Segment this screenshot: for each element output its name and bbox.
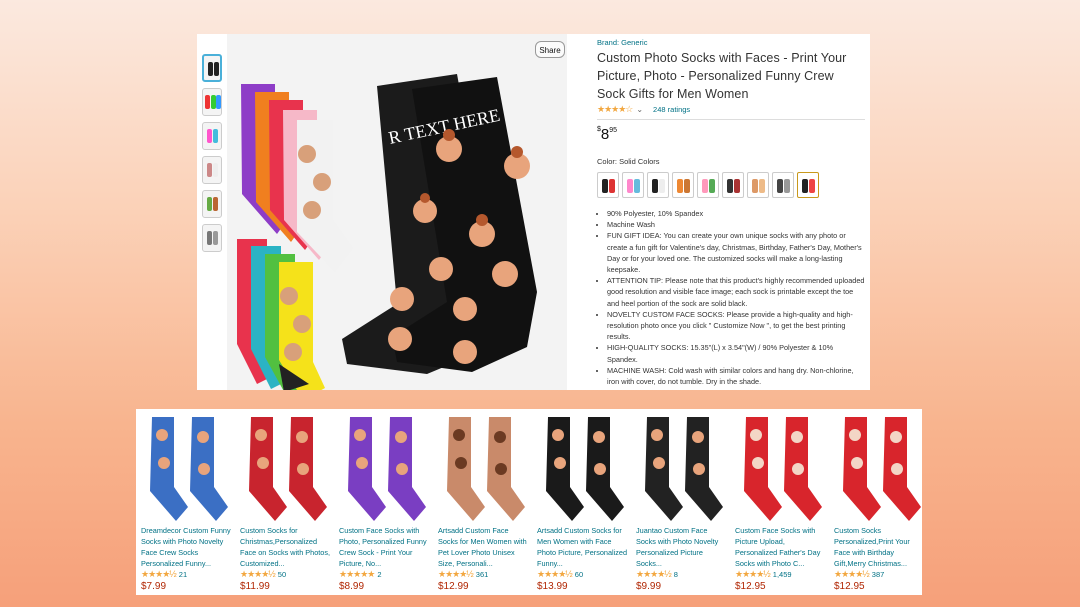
swatch-tan[interactable] bbox=[747, 172, 769, 198]
related-product-image[interactable] bbox=[241, 413, 329, 525]
bullet-item: NOVELTY CUSTOM FACE SOCKS: Please provid… bbox=[607, 309, 865, 343]
brand-link[interactable]: Brand: Generic bbox=[597, 38, 865, 47]
swatch-dark-red[interactable] bbox=[722, 172, 744, 198]
price-fraction: 95 bbox=[609, 127, 618, 134]
bullet-item: HIGH-QUALITY SOCKS: 15.35"(L) x 3.54"(W)… bbox=[607, 342, 865, 364]
bullet-item: FUN GIFT IDEA: You can create your own u… bbox=[607, 230, 865, 275]
rating-count: 8 bbox=[673, 570, 678, 579]
related-product-rating[interactable]: ★★★★★ 2 bbox=[339, 569, 382, 580]
related-products-carousel: Dreamdecor Custom Funny Socks with Photo… bbox=[136, 409, 922, 595]
rating-count: 387 bbox=[871, 570, 885, 579]
swatch-pastel[interactable] bbox=[622, 172, 644, 198]
thumbnail-2[interactable] bbox=[202, 88, 222, 116]
thumbnail-strip bbox=[202, 54, 224, 258]
related-product-title[interactable]: Juantao Custom Face Socks with Photo Nov… bbox=[636, 525, 728, 569]
related-product-title[interactable]: Dreamdecor Custom Funny Socks with Photo… bbox=[141, 525, 233, 569]
bullet-item: Machine Wash bbox=[607, 219, 865, 230]
product-title: Custom Photo Socks with Faces - Print Yo… bbox=[597, 51, 847, 101]
color-label: Color: Solid Colors bbox=[597, 157, 660, 166]
star-rating: ★★★★½ bbox=[537, 569, 573, 579]
star-rating: ★★★★½ bbox=[141, 569, 177, 579]
related-product-image[interactable] bbox=[340, 413, 428, 525]
related-product-rating[interactable]: ★★★★½ 361 bbox=[438, 569, 488, 580]
related-product-image[interactable] bbox=[835, 413, 923, 525]
related-product-price: $12.95 bbox=[735, 581, 766, 592]
socks-illustration: R TEXT HERE bbox=[237, 74, 537, 400]
bullet-item: MACHINE WASH: Cold wash with similar col… bbox=[607, 365, 865, 387]
bullet-item: ATTENTION TIP: Please note that this pro… bbox=[607, 275, 865, 309]
feature-bullets: 90% Polyester, 10% Spandex Machine Wash … bbox=[597, 208, 865, 387]
related-product-price: $12.95 bbox=[834, 581, 865, 592]
related-product-rating[interactable]: ★★★★½ 60 bbox=[537, 569, 583, 580]
star-rating: ★★★★½ bbox=[834, 569, 870, 579]
color-swatches bbox=[597, 172, 865, 198]
thumbnail-6[interactable] bbox=[202, 224, 222, 252]
star-rating[interactable]: ★★★★☆ bbox=[597, 104, 633, 115]
thumbnail-4[interactable] bbox=[202, 156, 222, 184]
related-product-price: $11.99 bbox=[240, 581, 270, 592]
related-product-card[interactable]: Artsadd Custom Socks for Men Women with … bbox=[532, 409, 628, 595]
product-info: Brand: Generic Custom Photo Socks with F… bbox=[597, 38, 865, 387]
star-rating: ★★★★★ bbox=[339, 569, 375, 579]
related-product-title[interactable]: Custom Socks Personalized,Print Your Fac… bbox=[834, 525, 926, 569]
related-product-rating[interactable]: ★★★★½ 8 bbox=[636, 569, 678, 580]
price: $895 bbox=[597, 126, 865, 143]
related-product-image[interactable] bbox=[439, 413, 527, 525]
star-rating: ★★★★½ bbox=[240, 569, 276, 579]
star-rating: ★★★★½ bbox=[636, 569, 672, 579]
related-product-card[interactable]: Juantao Custom Face Socks with Photo Nov… bbox=[631, 409, 727, 595]
swatch-grey[interactable] bbox=[772, 172, 794, 198]
related-product-price: $7.99 bbox=[141, 581, 167, 592]
share-button[interactable]: Share bbox=[535, 41, 565, 58]
related-product-price: $12.99 bbox=[438, 581, 469, 592]
related-product-title[interactable]: Custom Socks for Christmas,Personalized … bbox=[240, 525, 332, 569]
related-product-rating[interactable]: ★★★★½ 21 bbox=[141, 569, 187, 580]
swatch-green-pink[interactable] bbox=[697, 172, 719, 198]
related-product-title[interactable]: Custom Face Socks with Picture Upload, P… bbox=[735, 525, 827, 569]
main-product-image[interactable]: R TEXT HERE bbox=[227, 34, 567, 400]
price-whole: 8 bbox=[600, 126, 610, 143]
related-product-image[interactable] bbox=[142, 413, 230, 525]
ratings-count-link[interactable]: 248 ratings bbox=[653, 105, 690, 114]
related-product-title[interactable]: Artsadd Custom Face Socks for Men Women … bbox=[438, 525, 530, 569]
swatch-black-white[interactable] bbox=[647, 172, 669, 198]
related-product-price: $8.99 bbox=[339, 581, 365, 592]
related-product-price: $13.99 bbox=[537, 581, 568, 592]
swatch-orange[interactable] bbox=[672, 172, 694, 198]
related-product-rating[interactable]: ★★★★½ 50 bbox=[240, 569, 286, 580]
thumbnail-3[interactable] bbox=[202, 122, 222, 150]
bullet-item: 90% Polyester, 10% Spandex bbox=[607, 208, 865, 219]
thumbnail-5[interactable] bbox=[202, 190, 222, 218]
rating-row: ★★★★☆ ⌄ 248 ratings bbox=[597, 104, 865, 115]
related-product-card[interactable]: Custom Socks for Christmas,Personalized … bbox=[235, 409, 331, 595]
related-product-price: $9.99 bbox=[636, 581, 662, 592]
related-product-card[interactable]: Custom Face Socks with Picture Upload, P… bbox=[730, 409, 826, 595]
star-rating: ★★★★½ bbox=[438, 569, 474, 579]
related-product-image[interactable] bbox=[538, 413, 626, 525]
related-product-card[interactable]: Dreamdecor Custom Funny Socks with Photo… bbox=[136, 409, 232, 595]
related-product-image[interactable] bbox=[637, 413, 725, 525]
rating-count: 1,459 bbox=[772, 570, 792, 579]
related-product-rating[interactable]: ★★★★½ 387 bbox=[834, 569, 884, 580]
rating-count: 361 bbox=[475, 570, 489, 579]
star-rating: ★★★★½ bbox=[735, 569, 771, 579]
rating-count: 2 bbox=[377, 570, 382, 579]
related-product-title[interactable]: Custom Face Socks with Photo, Personaliz… bbox=[339, 525, 431, 569]
rating-count: 21 bbox=[178, 570, 188, 579]
divider bbox=[597, 119, 865, 120]
chevron-down-icon[interactable]: ⌄ bbox=[636, 105, 643, 114]
related-product-title[interactable]: Artsadd Custom Socks for Men Women with … bbox=[537, 525, 629, 569]
related-product-card[interactable]: Custom Face Socks with Photo, Personaliz… bbox=[334, 409, 430, 595]
related-product-image[interactable] bbox=[736, 413, 824, 525]
rating-count: 50 bbox=[277, 570, 287, 579]
rating-count: 60 bbox=[574, 570, 584, 579]
swatch-solid-colors[interactable] bbox=[797, 172, 819, 198]
related-product-card[interactable]: Artsadd Custom Face Socks for Men Women … bbox=[433, 409, 529, 595]
related-product-rating[interactable]: ★★★★½ 1,459 bbox=[735, 569, 792, 580]
related-product-card[interactable]: Custom Socks Personalized,Print Your Fac… bbox=[829, 409, 925, 595]
swatch-black-multi[interactable] bbox=[597, 172, 619, 198]
thumbnail-1[interactable] bbox=[202, 54, 222, 82]
product-detail-card: R TEXT HERE Share Brand: Generic Custom … bbox=[197, 34, 870, 400]
